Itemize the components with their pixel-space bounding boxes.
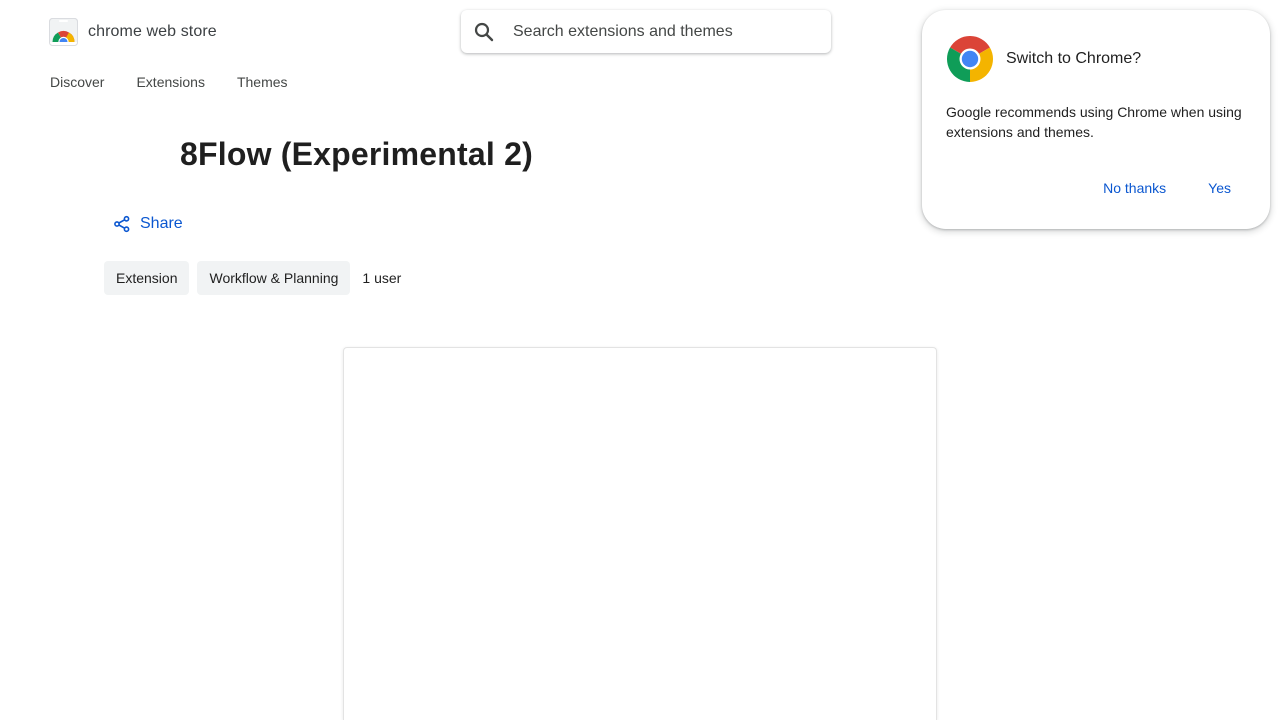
share-button[interactable]: Share — [113, 211, 183, 237]
user-count: 1 user — [362, 270, 402, 286]
share-icon — [114, 215, 130, 233]
chrome-logo-icon — [947, 36, 993, 82]
nav-extensions[interactable]: Extensions — [136, 72, 204, 92]
main-nav: Discover Extensions Themes — [50, 72, 288, 92]
yes-button[interactable]: Yes — [1197, 174, 1242, 202]
nav-themes[interactable]: Themes — [237, 72, 288, 92]
chip-workflow-planning[interactable]: Workflow & Planning — [197, 261, 351, 295]
dialog-actions: No thanks Yes — [922, 174, 1242, 202]
search-input[interactable] — [513, 22, 803, 41]
share-label: Share — [140, 215, 183, 232]
search-icon[interactable] — [472, 20, 496, 44]
brand-name: chrome web store — [88, 23, 217, 40]
switch-to-chrome-dialog: Switch to Chrome? Google recommends usin… — [922, 10, 1270, 229]
search-box[interactable] — [461, 10, 831, 53]
page: chrome web store Discover Extensions The… — [0, 0, 1280, 720]
dialog-title: Switch to Chrome? — [1006, 50, 1142, 67]
category-chips: Extension Workflow & Planning 1 user — [104, 261, 401, 295]
chrome-web-store-logo-icon — [49, 18, 78, 46]
chip-extension[interactable]: Extension — [104, 261, 190, 295]
extension-title: 8Flow (Experimental 2) — [180, 136, 533, 172]
media-carousel-frame — [343, 347, 937, 720]
nav-discover[interactable]: Discover — [50, 72, 104, 92]
chrome-web-store-home-link[interactable]: chrome web store — [49, 18, 217, 46]
no-thanks-button[interactable]: No thanks — [1092, 174, 1177, 202]
dialog-body: Google recommends using Chrome when usin… — [946, 104, 1242, 140]
